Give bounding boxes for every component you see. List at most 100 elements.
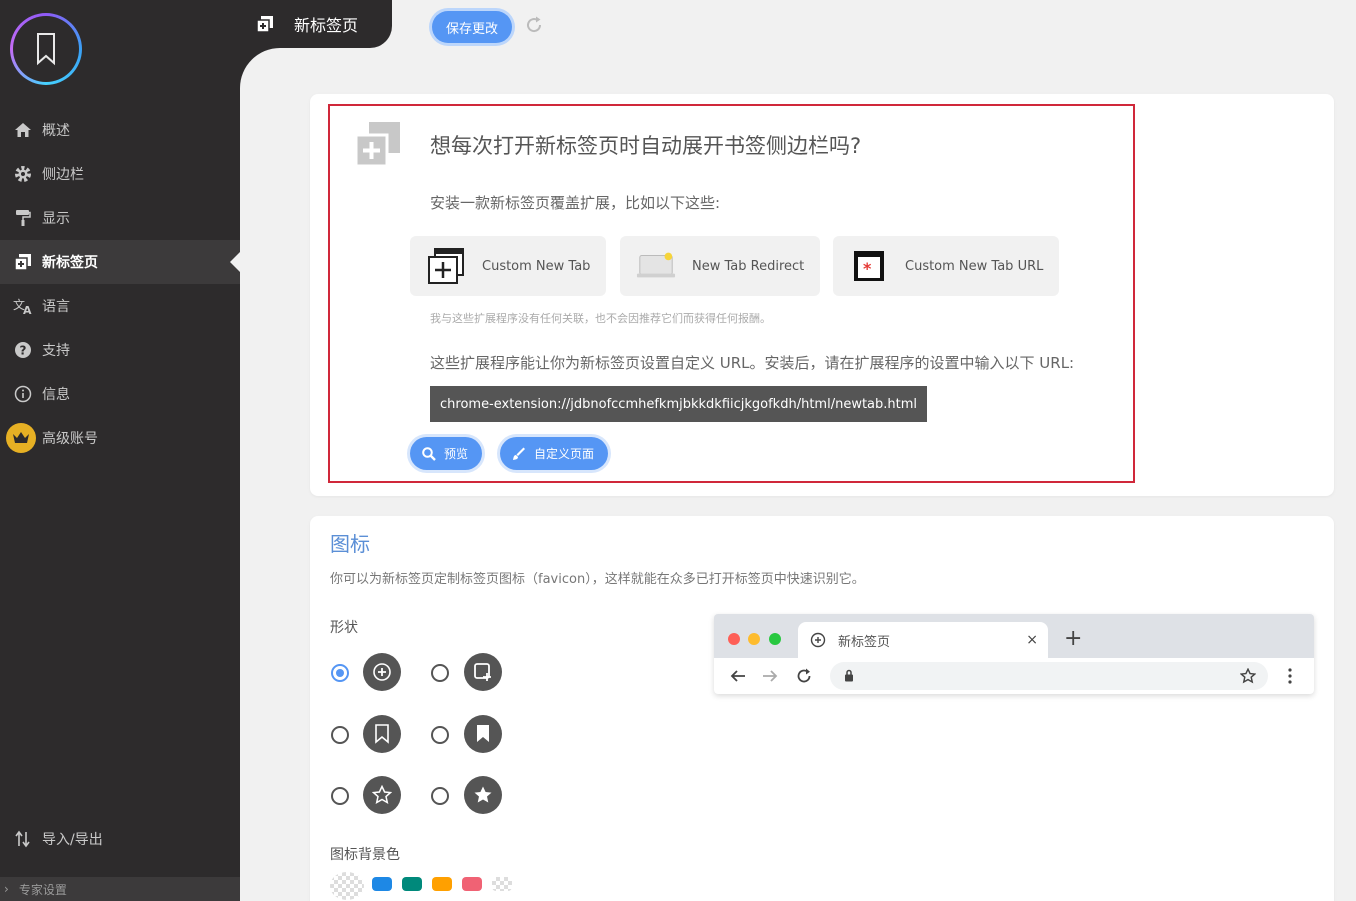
sidebar-nav: 概述 侧边栏 显示 新标签页 文A 语言 ? 支持 信息 高级账号	[0, 108, 240, 460]
svg-text:*: *	[863, 259, 872, 278]
forward-arrow-icon	[762, 668, 778, 684]
new-tab-large-icon	[354, 121, 401, 171]
translate-icon: 文A	[12, 295, 34, 317]
extension-new-tab-redirect[interactable]: New Tab Redirect	[620, 236, 820, 296]
shape-radio-bookmark-filled[interactable]	[431, 726, 449, 744]
star-filled-shape-icon[interactable]	[464, 776, 502, 814]
bookmark-outline-shape-icon[interactable]	[363, 715, 401, 753]
gear-icon	[12, 163, 34, 185]
swatch-blue[interactable]	[372, 877, 392, 891]
swatch-amber[interactable]	[432, 877, 452, 891]
icon-card: 图标 你可以为新标签页定制标签页图标（favicon），这样就能在众多已打开标签…	[310, 516, 1334, 901]
brush-icon	[512, 447, 526, 461]
preview-button[interactable]: 预览	[410, 437, 483, 470]
shape-radio-bookmark-outline[interactable]	[331, 726, 349, 744]
shape-radio-star-filled[interactable]	[431, 787, 449, 805]
extension-label: Custom New Tab URL	[905, 258, 1044, 274]
swatch-teal[interactable]	[402, 877, 422, 891]
url-description: 这些扩展程序能让你为新标签页设置自定义 URL。安装后，请在扩展程序的设置中输入…	[430, 354, 1075, 372]
sidebar-item-language[interactable]: 文A 语言	[0, 284, 240, 328]
custom-new-tab-url-icon: *	[849, 246, 889, 286]
chevron-right-icon: ›	[4, 882, 9, 896]
sidebar-item-import-export[interactable]: 导入/导出	[0, 817, 240, 861]
preview-label: 预览	[444, 447, 469, 461]
icon-section-description: 你可以为新标签页定制标签页图标（favicon），这样就能在众多已打开标签页中快…	[330, 572, 865, 587]
refresh-icon[interactable]	[524, 15, 544, 35]
shape-radio-star-outline[interactable]	[331, 787, 349, 805]
new-tab-card: 想每次打开新标签页时自动展开书签侧边栏吗? 安装一款新标签页覆盖扩展，比如以下这…	[310, 94, 1334, 496]
sidebar-item-premium[interactable]: 高级账号	[0, 416, 240, 460]
new-tab-icon	[256, 15, 274, 33]
sidebar-item-display[interactable]: 显示	[0, 196, 240, 240]
import-export-icon	[12, 828, 34, 850]
expert-settings-toggle[interactable]: › 专家设置	[0, 877, 240, 901]
page-header: 新标签页	[240, 0, 392, 48]
customize-page-button[interactable]: 自定义页面	[500, 437, 609, 470]
new-tab-redirect-icon	[636, 246, 676, 286]
app-logo	[10, 13, 82, 85]
extension-label: Custom New Tab	[482, 258, 591, 274]
info-icon	[12, 383, 34, 405]
extension-custom-new-tab[interactable]: Custom New Tab	[410, 236, 606, 296]
bookmark-filled-shape-icon[interactable]	[464, 715, 502, 753]
browser-toolbar	[714, 658, 1314, 694]
sidebar-item-label: 侧边栏	[42, 167, 84, 183]
window-maximize-dot	[769, 633, 781, 645]
browser-tab: 新标签页 ×	[798, 622, 1048, 658]
extension-custom-new-tab-url[interactable]: * Custom New Tab URL	[833, 236, 1059, 296]
sidebar-item-label: 支持	[42, 343, 70, 359]
swatch-pink[interactable]	[462, 877, 482, 891]
header-curve	[240, 48, 280, 88]
shape-label: 形状	[330, 620, 358, 636]
browser-preview: 新标签页 × +	[714, 614, 1314, 694]
circle-plus-favicon-icon	[810, 632, 826, 648]
help-icon: ?	[12, 339, 34, 361]
sidebar-item-label: 新标签页	[42, 255, 98, 271]
newtab-subtitle: 安装一款新标签页覆盖扩展，比如以下这些:	[430, 194, 721, 212]
more-vert-icon	[1288, 668, 1292, 684]
swatch-custom[interactable]	[492, 877, 512, 891]
sidebar: 概述 侧边栏 显示 新标签页 文A 语言 ? 支持 信息 高级账号 导入/导出 …	[0, 0, 240, 901]
reload-icon	[796, 668, 812, 684]
sidebar-item-label: 概述	[42, 123, 70, 139]
newtab-url[interactable]: chrome-extension://jdbnofccmhefkmjbkkdkf…	[430, 386, 928, 422]
bookmark-icon	[37, 33, 55, 66]
sidebar-item-label: 导入/导出	[42, 832, 103, 848]
svg-text:A: A	[23, 304, 32, 315]
swatch-transparent[interactable]	[330, 872, 364, 900]
sidebar-item-new-tab[interactable]: 新标签页	[0, 240, 240, 284]
page-title: 新标签页	[294, 16, 359, 35]
window-minimize-dot	[748, 633, 760, 645]
expert-settings-label: 专家设置	[18, 882, 67, 897]
shape-radio-circle-plus[interactable]	[331, 664, 349, 682]
star-bookmark-icon	[1240, 668, 1256, 684]
paint-roller-icon	[12, 207, 34, 229]
tab-close-icon: ×	[1026, 632, 1038, 648]
sidebar-item-support[interactable]: ? 支持	[0, 328, 240, 372]
new-tab-plus-icon: +	[1064, 626, 1083, 651]
custom-new-tab-icon	[426, 246, 466, 286]
new-tab-icon	[12, 251, 34, 273]
customize-label: 自定义页面	[534, 447, 595, 461]
svg-text:?: ?	[20, 344, 27, 358]
save-button[interactable]: 保存更改	[432, 11, 512, 43]
square-plus-shape-icon[interactable]	[464, 653, 502, 691]
window-close-dot	[728, 633, 740, 645]
back-arrow-icon	[730, 668, 746, 684]
address-bar	[830, 662, 1268, 690]
highlight-box: 想每次打开新标签页时自动展开书签侧边栏吗? 安装一款新标签页覆盖扩展，比如以下这…	[328, 104, 1135, 483]
icon-section-title: 图标	[330, 532, 370, 556]
star-outline-shape-icon[interactable]	[363, 776, 401, 814]
sidebar-item-sidebar[interactable]: 侧边栏	[0, 152, 240, 196]
icon-bg-label: 图标背景色	[330, 847, 400, 863]
sidebar-item-label: 语言	[42, 299, 70, 315]
search-icon	[422, 446, 436, 461]
circle-plus-shape-icon[interactable]	[363, 653, 401, 691]
shape-radio-square-plus[interactable]	[431, 664, 449, 682]
sidebar-item-label: 信息	[42, 387, 70, 403]
sidebar-item-info[interactable]: 信息	[0, 372, 240, 416]
sidebar-item-label: 显示	[42, 211, 70, 227]
sidebar-item-overview[interactable]: 概述	[0, 108, 240, 152]
sidebar-item-label: 高级账号	[42, 431, 98, 447]
disclaimer-text: 我与这些扩展程序没有任何关联，也不会因推荐它们而获得任何报酬。	[430, 312, 771, 325]
